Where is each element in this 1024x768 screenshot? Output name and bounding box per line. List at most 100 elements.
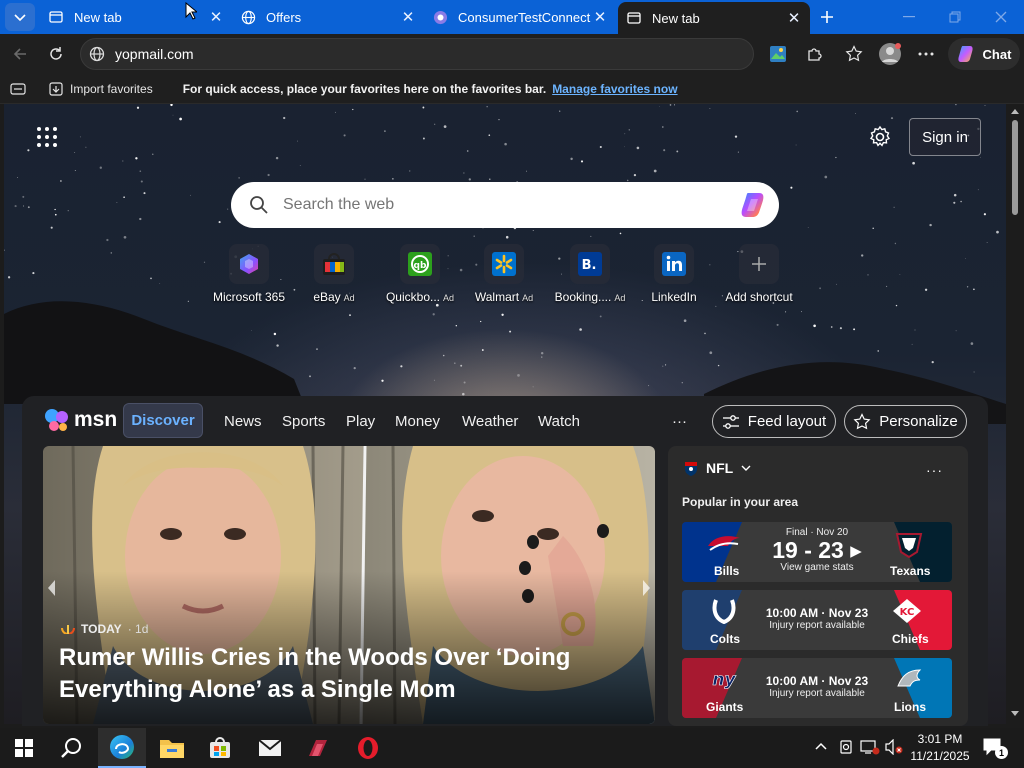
bills-logo-icon <box>708 536 740 551</box>
hero-story-card[interactable]: TODAY · 1d Rumer Willis Cries in the Woo… <box>43 446 655 724</box>
nfl-shield-icon <box>685 462 697 476</box>
feed-layout-button[interactable]: Feed layout <box>712 405 836 438</box>
restore-icon <box>949 11 961 23</box>
taskbar-edge[interactable] <box>98 728 146 768</box>
profile-button[interactable] <box>876 40 904 68</box>
injury-report-link[interactable]: Injury report available <box>752 688 882 699</box>
nfl-subtitle: Popular in your area <box>682 495 799 509</box>
newtab-icon <box>626 10 642 26</box>
story-headline[interactable]: Rumer Willis Cries in the Woods Over ‘Do… <box>59 642 619 706</box>
sidebar-toggle-icon[interactable] <box>10 82 26 95</box>
puzzle-icon <box>808 48 822 61</box>
nfl-title: NFL <box>706 460 734 476</box>
close-tab-icon[interactable]: ✕ <box>592 9 608 26</box>
nav-play[interactable]: Play <box>346 404 375 438</box>
network-icon[interactable] <box>860 739 880 755</box>
plus-icon <box>739 244 779 284</box>
restore-button[interactable] <box>940 6 970 28</box>
folder-icon <box>160 740 184 758</box>
tab-new-tab-1[interactable]: New tab ✕ <box>40 0 232 34</box>
nfl-more-button[interactable]: ··· <box>926 462 943 478</box>
home-team-name: Giants <box>706 700 744 714</box>
volume-muted-icon[interactable] <box>884 739 904 755</box>
globe-icon <box>240 9 256 25</box>
apps-launcher-button[interactable] <box>36 126 60 150</box>
import-favorites-button[interactable]: Import favorites <box>48 81 153 97</box>
address-bar[interactable]: yopmail.com <box>80 38 754 70</box>
copilot-chat-button[interactable]: Chat <box>948 38 1020 70</box>
chevron-down-icon <box>741 465 751 471</box>
quick-link-walmart[interactable]: Walmart Ad <box>458 244 550 308</box>
tab-new-tab-active[interactable]: New tab ✕ <box>618 2 810 34</box>
close-tab-icon[interactable]: ✕ <box>400 9 416 26</box>
tab-offers[interactable]: Offers ✕ <box>232 0 424 34</box>
nav-weather[interactable]: Weather <box>462 404 518 438</box>
quick-link-booking[interactable]: B. Booking.... Ad <box>544 244 636 308</box>
refresh-button[interactable] <box>42 40 70 68</box>
settings-more-button[interactable] <box>912 40 940 68</box>
favorites-button[interactable] <box>840 40 868 68</box>
quick-link-label: eBay <box>313 290 341 304</box>
extensions-button[interactable] <box>800 40 828 68</box>
taskbar-mail[interactable] <box>246 728 294 768</box>
page-scrollbar[interactable] <box>1006 104 1024 724</box>
sign-in-button[interactable]: Sign in <box>909 118 981 156</box>
nav-label: Money <box>395 412 441 430</box>
new-tab-button[interactable] <box>814 4 840 30</box>
personalize-button[interactable]: Personalize <box>844 405 967 438</box>
game-row-giants-lions[interactable]: ny Giants 10:00 AM · Nov 23 Injury repor… <box>682 658 952 718</box>
search-input[interactable] <box>283 196 739 214</box>
msn-logo[interactable]: msn <box>44 404 117 436</box>
ad-badge: Ad <box>343 293 355 303</box>
mouse-cursor-icon <box>185 2 197 20</box>
clock-date: 11/21/2025 <box>910 749 970 763</box>
game-row-colts-chiefs[interactable]: Colts 10:00 AM · Nov 23 Injury report av… <box>682 590 952 650</box>
extension-photo-button[interactable] <box>764 40 792 68</box>
colts-horseshoe-icon <box>712 599 736 624</box>
nfl-league-selector[interactable]: NFL <box>684 460 751 476</box>
favorites-bar: Import favorites For quick access, place… <box>0 74 1024 104</box>
injury-report-link[interactable]: Injury report available <box>752 620 882 631</box>
taskbar-clock[interactable]: 3:01 PM 11/21/2025 <box>908 731 972 765</box>
quick-link-quickbooks[interactable]: qb Quickbo... Ad <box>374 244 466 308</box>
nav-money[interactable]: Money <box>395 404 440 438</box>
game-row-bills-texans[interactable]: Bills Final · Nov 20 19 - 23 ▸ View game… <box>682 522 952 582</box>
start-button[interactable] <box>0 728 48 768</box>
quick-link-microsoft-365[interactable]: Microsoft 365 <box>203 244 295 308</box>
close-window-button[interactable] <box>986 6 1016 28</box>
linkedin-icon <box>654 244 694 284</box>
nav-watch[interactable]: Watch <box>538 404 580 438</box>
show-hidden-icons-button[interactable] <box>814 740 828 754</box>
quick-link-ebay[interactable]: eBay Ad <box>288 244 380 308</box>
ad-badge: Ad <box>443 293 455 303</box>
tray-app-icon[interactable] <box>838 739 854 755</box>
view-game-stats-link[interactable]: View game stats <box>752 562 882 573</box>
close-tab-icon[interactable]: ✕ <box>208 9 224 26</box>
import-icon <box>49 81 63 96</box>
nav-more-button[interactable]: ··· <box>672 404 687 438</box>
tab-consumertestconnect[interactable]: ConsumerTestConnect - ✕ <box>424 0 616 34</box>
copilot-search-icon[interactable] <box>739 190 769 220</box>
nav-discover[interactable]: Discover <box>123 403 203 438</box>
web-search-box[interactable] <box>231 182 779 228</box>
tab-actions-button[interactable] <box>5 3 35 31</box>
minimize-button[interactable] <box>894 6 924 28</box>
back-button[interactable] <box>6 40 34 68</box>
taskbar-search-button[interactable] <box>48 728 96 768</box>
taskbar-store[interactable] <box>196 728 244 768</box>
taskbar-opera[interactable] <box>344 728 392 768</box>
nav-news[interactable]: News <box>224 404 262 438</box>
taskbar-file-explorer[interactable] <box>148 728 196 768</box>
close-tab-icon[interactable]: ✕ <box>786 10 802 27</box>
taskbar-app-red[interactable] <box>294 728 342 768</box>
notification-center-button[interactable]: 1 <box>982 737 1008 759</box>
add-shortcut-button[interactable]: Add shortcut <box>713 244 805 308</box>
page-settings-button[interactable] <box>868 125 894 151</box>
chevron-down-icon <box>14 14 26 22</box>
manage-favorites-link[interactable]: Manage favorites now <box>552 82 677 96</box>
quick-link-linkedin[interactable]: LinkedIn <box>628 244 720 308</box>
close-icon <box>995 11 1007 23</box>
sign-in-label: Sign in <box>922 128 968 146</box>
nav-sports[interactable]: Sports <box>282 404 325 438</box>
giants-logo-icon: ny <box>712 670 737 690</box>
